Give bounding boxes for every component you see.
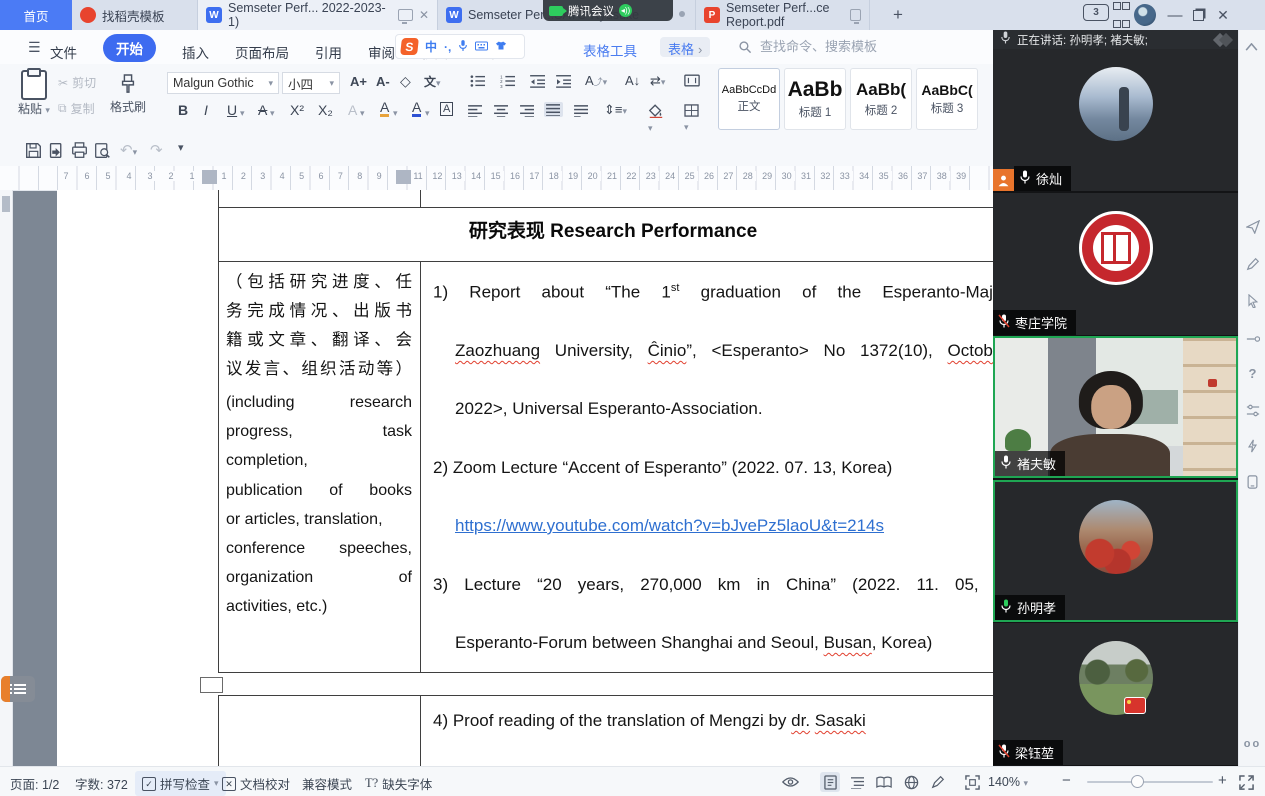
proofread-button[interactable]: ✕ 文档校对: [222, 774, 290, 793]
check-icon: ✓: [142, 777, 156, 791]
participant-name: 梁钰堃: [1015, 743, 1054, 762]
missing-font-button[interactable]: T? 缺失字体: [365, 774, 432, 793]
participant-avatar: [1079, 500, 1153, 574]
zoom-slider-knob[interactable]: [1131, 775, 1144, 788]
fullscreen-icon[interactable]: [1236, 772, 1256, 792]
participant-name: 褚夫敏: [1017, 454, 1056, 473]
document-text-line: Zaozhuang University, Ĉinio”, <Esperanto…: [455, 341, 1008, 361]
document-text-line: 1) Report about “The 1st graduation of t…: [433, 282, 1008, 303]
mic-icon: [1000, 455, 1012, 472]
participant-name: 徐灿: [1036, 169, 1062, 188]
mic-icon: [1000, 599, 1012, 616]
spellcheck-word: Busan: [824, 633, 872, 652]
dots-icon[interactable]: oo: [1244, 735, 1261, 752]
help-icon[interactable]: ?: [1244, 365, 1261, 382]
mic-icon: [1019, 170, 1031, 187]
wps-window: 首页 找稻壳模板 W Semseter Perf... 2022-2023-1)…: [0, 0, 1265, 796]
cell-text-line: 籍或文章、翻译、会: [226, 326, 412, 355]
participant-label: 梁钰堃: [993, 740, 1063, 765]
document-text-line: 2) Zoom Lecture “Accent of Esperanto” (2…: [433, 458, 892, 478]
participant-label: 褚夫敏: [995, 451, 1065, 476]
document-text-line: 4) Proof reading of the translation of M…: [433, 711, 866, 731]
status-bar: 页面: 1/2 字数: 372 ✓ 拼写检查▾ ✕ 文档校对 兼容模式 T? 缺…: [0, 766, 1265, 796]
participant-tile[interactable]: 褚夫敏: [993, 336, 1238, 478]
cell-text-line: (including research: [226, 388, 412, 417]
participant-label: 枣庄学院: [993, 310, 1076, 335]
word-count[interactable]: 字数: 372: [75, 774, 128, 793]
speaker-icon: ◂)): [619, 4, 632, 17]
participant-label: 徐灿: [1014, 166, 1071, 191]
book-view-icon[interactable]: [874, 772, 894, 792]
table-left-cell: （包括研究进度、任务完成情况、出版书籍或文章、翻译、会议发言、组织活动等） (in…: [226, 268, 412, 622]
x-box-icon: ✕: [222, 777, 236, 791]
chevron-up-icon[interactable]: [1245, 38, 1258, 56]
participant-tile[interactable]: 孙明孝: [993, 480, 1238, 622]
spellcheck-word: Zaozhuang: [455, 341, 540, 360]
document-section-title: 研究表现 Research Performance: [218, 216, 1008, 243]
zoom-in-button[interactable]: +: [1218, 772, 1227, 789]
cell-text-line: 议发言、组织活动等）: [226, 355, 412, 384]
page-view-icon[interactable]: [820, 772, 840, 792]
speaking-status: 正在讲话: 孙明孝; 褚夫敏;: [1017, 32, 1148, 48]
cell-text-line: 务完成情况、出版书: [226, 297, 412, 326]
spellcheck-word: dr.: [791, 711, 810, 730]
zoom-out-button[interactable]: −: [1062, 772, 1071, 789]
outline-view-icon[interactable]: [847, 772, 867, 792]
mic-muted-icon: [998, 744, 1010, 761]
zoom-level[interactable]: 140% ▾: [988, 775, 1028, 789]
mic-muted-icon: [998, 314, 1010, 331]
missing-font-icon: T?: [365, 776, 378, 791]
paper-plane-icon[interactable]: [1244, 218, 1261, 235]
meeting-overlay-pill[interactable]: 腾讯会议 ◂)): [543, 0, 673, 21]
spellcheck-toggle[interactable]: ✓ 拼写检查▾: [135, 771, 226, 796]
table-split-handle[interactable]: [200, 677, 223, 693]
participant-tile[interactable]: 徐灿: [993, 49, 1238, 191]
side-toolbar: ? oo: [1238, 30, 1265, 766]
cell-text-line: or articles, translation,: [226, 505, 412, 534]
meeting-logo-icon: [1215, 35, 1231, 45]
cell-text-line: conference speeches,: [226, 534, 412, 563]
participant-label: 孙明孝: [995, 595, 1065, 620]
flag-badge-icon: [1124, 697, 1146, 714]
pen-mode-icon[interactable]: [928, 772, 948, 792]
document-text-line: 2022>, Universal Esperanto-Association.: [455, 399, 763, 419]
document-text-line: https://www.youtube.com/watch?v=bJvePz5l…: [455, 516, 884, 536]
zoom-slider-track[interactable]: [1087, 781, 1213, 783]
cursor-icon[interactable]: [1244, 292, 1261, 309]
fit-page-icon[interactable]: [962, 772, 982, 792]
cell-text-line: completion,: [226, 446, 412, 475]
cell-text-line: publication of books: [226, 476, 412, 505]
compat-mode-label[interactable]: 兼容模式: [302, 774, 352, 793]
participant-tile[interactable]: 梁钰堃: [993, 623, 1238, 765]
cell-text-line: progress, task: [226, 417, 412, 446]
document-text-line: 3) Lecture “20 years, 270,000 km in Chin…: [433, 575, 1008, 595]
pencil-icon[interactable]: [1244, 255, 1261, 272]
participant-name: 枣庄学院: [1015, 313, 1067, 332]
web-view-icon[interactable]: [901, 772, 921, 792]
minus-circle-icon[interactable]: [1244, 330, 1261, 347]
spellcheck-word: Sasaki: [815, 711, 866, 730]
host-person-icon: [993, 169, 1014, 191]
floating-toolbox-button[interactable]: [1, 676, 35, 702]
spellcheck-word: Ĉinio: [648, 341, 687, 360]
participant-tile[interactable]: 枣庄学院: [993, 193, 1238, 335]
meeting-panel[interactable]: 正在讲话: 孙明孝; 褚夫敏; 徐灿枣庄学院褚夫敏孙明孝梁钰堃: [993, 30, 1238, 766]
eye-protect-icon[interactable]: [780, 772, 800, 792]
document-text-line: Esperanto-Forum between Shanghai and Seo…: [455, 633, 932, 653]
participant-name: 孙明孝: [1017, 598, 1056, 617]
tablet-icon[interactable]: [1244, 473, 1261, 490]
camera-icon: [549, 6, 563, 16]
mic-icon: [1000, 31, 1011, 49]
participant-avatar: [1079, 211, 1153, 285]
cell-text-line: （包括研究进度、任: [226, 268, 412, 297]
hyperlink[interactable]: https://www.youtube.com/watch?v=bJvePz5l…: [455, 516, 884, 535]
page-indicator: 页面: 1/2: [10, 774, 59, 793]
sliders-icon[interactable]: [1244, 402, 1261, 419]
lightning-icon[interactable]: [1244, 437, 1261, 454]
cell-text-line: activities, etc.): [226, 592, 412, 621]
meeting-header[interactable]: 正在讲话: 孙明孝; 褚夫敏;: [993, 30, 1238, 49]
cell-text-line: organization of: [226, 563, 412, 592]
participant-avatar: [1079, 67, 1153, 141]
